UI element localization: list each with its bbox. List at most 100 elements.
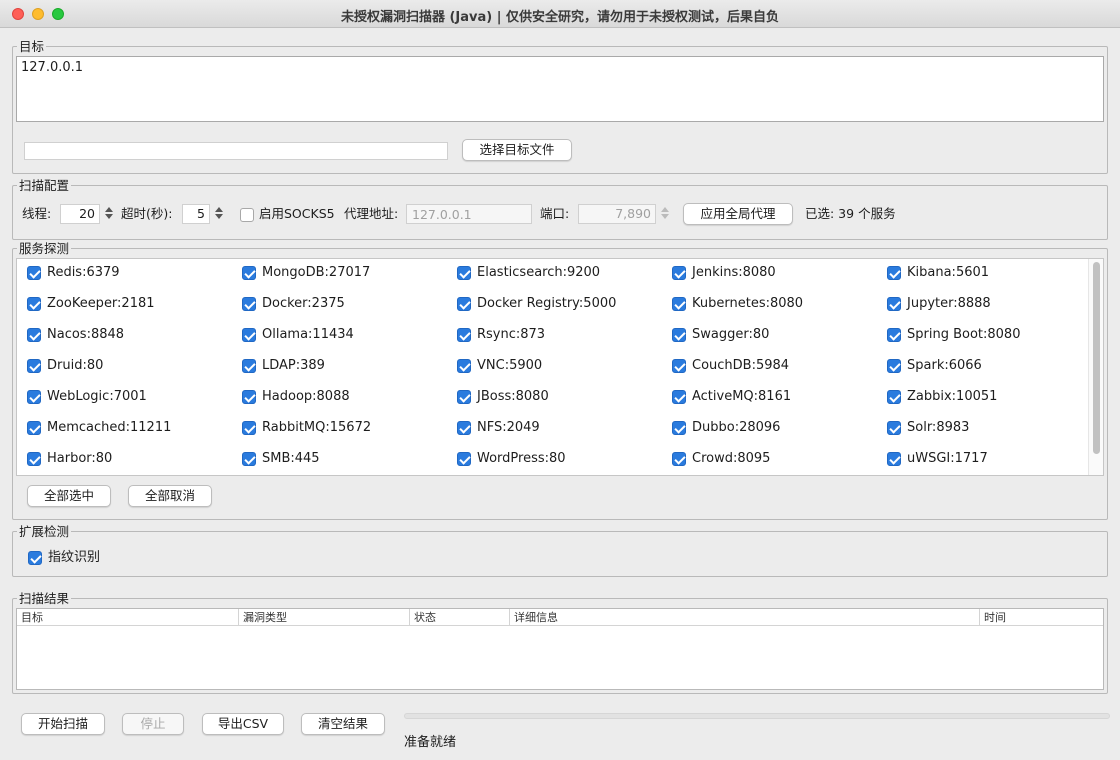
- service-item[interactable]: Zabbix:10051: [887, 388, 1092, 406]
- column-header-vuln-type[interactable]: 漏洞类型: [239, 609, 410, 626]
- stop-button[interactable]: 停止: [122, 713, 184, 735]
- service-checkbox[interactable]: [672, 390, 686, 404]
- service-item[interactable]: WordPress:80: [457, 450, 662, 468]
- service-item[interactable]: WebLogic:7001: [27, 388, 232, 406]
- proxy-address-label: 代理地址:: [344, 206, 399, 221]
- service-checkbox[interactable]: [242, 390, 256, 404]
- column-header-details[interactable]: 详细信息: [510, 609, 980, 626]
- service-checkbox[interactable]: [242, 421, 256, 435]
- service-item[interactable]: Memcached:11211: [27, 419, 232, 437]
- service-item[interactable]: ActiveMQ:8161: [672, 388, 877, 406]
- column-header-status[interactable]: 状态: [410, 609, 510, 626]
- service-checkbox[interactable]: [242, 297, 256, 311]
- deselect-all-services-button[interactable]: 全部取消: [128, 485, 212, 507]
- start-scan-button[interactable]: 开始扫描: [21, 713, 105, 735]
- service-checkbox[interactable]: [672, 452, 686, 466]
- service-item[interactable]: Docker Registry:5000: [457, 295, 662, 313]
- socks5-checkbox[interactable]: [240, 208, 254, 222]
- service-item[interactable]: Swagger:80: [672, 326, 877, 344]
- target-textarea[interactable]: 127.0.0.1: [16, 56, 1104, 122]
- threads-spinner-field[interactable]: 20: [60, 204, 100, 224]
- fingerprint-checkbox[interactable]: [28, 551, 42, 565]
- service-checkbox[interactable]: [27, 297, 41, 311]
- service-checkbox[interactable]: [672, 266, 686, 280]
- service-checkbox[interactable]: [242, 266, 256, 280]
- service-item[interactable]: Crowd:8095: [672, 450, 877, 468]
- service-checkbox[interactable]: [887, 297, 901, 311]
- service-checkbox[interactable]: [27, 452, 41, 466]
- export-csv-button[interactable]: 导出CSV: [202, 713, 284, 735]
- service-item[interactable]: Kibana:5601: [887, 264, 1092, 282]
- service-item[interactable]: Hadoop:8088: [242, 388, 447, 406]
- service-item[interactable]: MongoDB:27017: [242, 264, 447, 282]
- service-item[interactable]: Dubbo:28096: [672, 419, 877, 437]
- service-item[interactable]: Rsync:873: [457, 326, 662, 344]
- service-checkbox[interactable]: [27, 421, 41, 435]
- apply-global-proxy-button[interactable]: 应用全局代理: [683, 203, 793, 225]
- service-checkbox[interactable]: [27, 328, 41, 342]
- service-item[interactable]: Druid:80: [27, 357, 232, 375]
- service-item[interactable]: Spark:6066: [887, 357, 1092, 375]
- service-checkbox[interactable]: [887, 421, 901, 435]
- service-checkbox[interactable]: [457, 421, 471, 435]
- service-checkbox[interactable]: [887, 452, 901, 466]
- service-item[interactable]: Harbor:80: [27, 450, 232, 468]
- service-checkbox[interactable]: [242, 452, 256, 466]
- service-checkbox[interactable]: [457, 359, 471, 373]
- service-item[interactable]: CouchDB:5984: [672, 357, 877, 375]
- service-checkbox[interactable]: [457, 297, 471, 311]
- service-checkbox[interactable]: [27, 359, 41, 373]
- service-item[interactable]: Elasticsearch:9200: [457, 264, 662, 282]
- service-checkbox[interactable]: [457, 328, 471, 342]
- services-scroll-thumb[interactable]: [1093, 262, 1100, 454]
- service-checkbox[interactable]: [672, 328, 686, 342]
- service-checkbox[interactable]: [887, 359, 901, 373]
- target-file-path-field[interactable]: [24, 142, 448, 160]
- proxy-address-input[interactable]: 127.0.0.1: [406, 204, 532, 224]
- service-item[interactable]: uWSGI:1717: [887, 450, 1092, 468]
- service-label: LDAP:389: [262, 358, 325, 373]
- service-checkbox[interactable]: [27, 266, 41, 280]
- service-checkbox[interactable]: [672, 421, 686, 435]
- service-item[interactable]: Kubernetes:8080: [672, 295, 877, 313]
- service-label: Docker Registry:5000: [477, 296, 617, 311]
- service-item[interactable]: Nacos:8848: [27, 326, 232, 344]
- timeout-stepper-icon[interactable]: [213, 204, 225, 224]
- port-stepper-icon[interactable]: [659, 204, 671, 224]
- service-checkbox[interactable]: [457, 452, 471, 466]
- service-item[interactable]: JBoss:8080: [457, 388, 662, 406]
- service-item[interactable]: ZooKeeper:2181: [27, 295, 232, 313]
- service-item[interactable]: RabbitMQ:15672: [242, 419, 447, 437]
- service-item[interactable]: Solr:8983: [887, 419, 1092, 437]
- service-checkbox[interactable]: [27, 390, 41, 404]
- port-spinner-field[interactable]: 7,890: [578, 204, 656, 224]
- service-item[interactable]: Docker:2375: [242, 295, 447, 313]
- service-checkbox[interactable]: [457, 390, 471, 404]
- service-item[interactable]: Redis:6379: [27, 264, 232, 282]
- timeout-spinner-field[interactable]: 5: [182, 204, 210, 224]
- service-checkbox[interactable]: [887, 328, 901, 342]
- select-all-services-button[interactable]: 全部选中: [27, 485, 111, 507]
- service-item[interactable]: VNC:5900: [457, 357, 662, 375]
- service-item[interactable]: NFS:2049: [457, 419, 662, 437]
- service-checkbox[interactable]: [242, 328, 256, 342]
- service-item[interactable]: Ollama:11434: [242, 326, 447, 344]
- service-checkbox[interactable]: [672, 359, 686, 373]
- service-checkbox[interactable]: [672, 297, 686, 311]
- service-item[interactable]: SMB:445: [242, 450, 447, 468]
- clear-results-button[interactable]: 清空结果: [301, 713, 385, 735]
- service-checkbox[interactable]: [887, 266, 901, 280]
- service-item[interactable]: Spring Boot:8080: [887, 326, 1092, 344]
- service-checkbox[interactable]: [242, 359, 256, 373]
- results-table[interactable]: 目标 漏洞类型 状态 详细信息 时间: [16, 608, 1104, 690]
- choose-target-file-button[interactable]: 选择目标文件: [462, 139, 572, 161]
- column-header-time[interactable]: 时间: [980, 609, 1103, 626]
- service-item[interactable]: Jenkins:8080: [672, 264, 877, 282]
- services-scrollbar[interactable]: [1088, 259, 1103, 475]
- service-checkbox[interactable]: [457, 266, 471, 280]
- column-header-target[interactable]: 目标: [17, 609, 239, 626]
- service-item[interactable]: LDAP:389: [242, 357, 447, 375]
- service-checkbox[interactable]: [887, 390, 901, 404]
- service-item[interactable]: Jupyter:8888: [887, 295, 1092, 313]
- threads-stepper-icon[interactable]: [103, 204, 115, 224]
